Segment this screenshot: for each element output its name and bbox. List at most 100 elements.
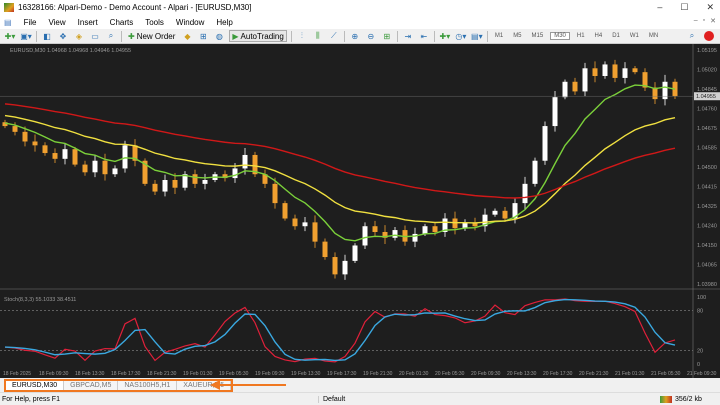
status-profile: Default [318, 395, 345, 403]
auto-scroll-icon[interactable]: ⇥ [402, 30, 414, 42]
time-label: 21 Feb 01:30 [615, 371, 645, 377]
bear-candle [72, 149, 78, 165]
bull-candle [662, 81, 668, 100]
periods-icon[interactable]: ◷▾ [455, 30, 467, 42]
stoch-level-label: 80 [697, 308, 703, 314]
window-title: 16328166: Alpari-Demo - Demo Account - A… [18, 3, 252, 12]
bear-candle [592, 68, 598, 76]
timeframe-m1[interactable]: M1 [492, 33, 506, 39]
tab-gbpcad-m5[interactable]: GBPCAD,M5 [64, 381, 119, 390]
new-order-button[interactable]: ✚ New Order [126, 30, 177, 42]
price-label: 1.04585 [697, 146, 717, 152]
tile-windows-icon[interactable]: ⊞ [381, 30, 393, 42]
timeframe-h4[interactable]: H4 [592, 33, 606, 39]
autotrading-icon: ▶ [232, 31, 239, 41]
menu-file[interactable]: File [24, 18, 37, 27]
separator [343, 30, 345, 42]
line-chart-icon[interactable]: ⟋ [328, 30, 340, 42]
time-label: 18 Feb 21:30 [147, 371, 177, 377]
zoom-out-icon[interactable]: ⊖ [365, 30, 377, 42]
bull-candle [162, 180, 168, 192]
mdi-controls[interactable]: – ▫ ✕ [694, 17, 716, 25]
bull-candle [92, 160, 98, 173]
bull-candle [552, 97, 558, 127]
menu-tools[interactable]: Tools [145, 18, 164, 27]
time-label: 20 Feb 05:30 [435, 371, 465, 377]
tab-eurusd-m30[interactable]: EURUSD,M30 [6, 381, 65, 390]
bear-candle [32, 141, 38, 146]
menu-view[interactable]: View [48, 18, 65, 27]
templates-icon[interactable]: ▤▾ [471, 30, 483, 42]
navigator-icon[interactable]: ✥ [57, 30, 69, 42]
ma-slow-line [4, 103, 676, 199]
bull-candle [522, 183, 528, 204]
bull-candle [622, 68, 628, 78]
bull-candle [122, 145, 128, 169]
bull-candle [492, 210, 498, 215]
status-help: For Help, press F1 [2, 395, 60, 403]
signals-icon[interactable]: ⊞ [197, 30, 209, 42]
bear-candle [192, 174, 198, 184]
bull-candle [392, 230, 398, 238]
time-label: 21 Feb 05:30 [651, 371, 681, 377]
profiles-icon[interactable]: ▣▾ [20, 30, 32, 42]
stoch-signal-line [4, 298, 676, 362]
bear-candle [292, 218, 298, 227]
time-label: 20 Feb 01:30 [399, 371, 429, 377]
time-label: 21 Feb 09:30 [687, 371, 717, 377]
close-button[interactable]: ✕ [706, 2, 714, 13]
autotrading-button[interactable]: ▶ AutoTrading [229, 30, 287, 42]
time-label: 20 Feb 13:30 [507, 371, 537, 377]
bear-candle [82, 164, 88, 173]
bull-candle [562, 81, 568, 98]
market-watch-icon[interactable]: ◧ [41, 30, 53, 42]
timeframe-m15[interactable]: M15 [529, 33, 547, 39]
timeframe-m30[interactable]: M30 [550, 32, 570, 40]
price-chart[interactable]: EURUSD,M30 1.04968 1.04968 1.04946 1.049… [0, 44, 720, 378]
menu-window[interactable]: Window [176, 18, 204, 27]
time-label: 19 Feb 09:30 [255, 371, 285, 377]
bull-candle [342, 260, 348, 275]
chart-header: EURUSD,M30 1.04968 1.04968 1.04946 1.049… [10, 48, 131, 54]
bull-candle [582, 68, 588, 92]
data-window-icon[interactable]: ◈ [73, 30, 85, 42]
strategy-tester-icon[interactable]: ⌕ [105, 30, 117, 42]
bull-candle [532, 160, 538, 184]
zoom-in-icon[interactable]: ⊕ [349, 30, 361, 42]
bull-candle [232, 168, 238, 179]
new-order-icon: ✚ [128, 31, 135, 41]
timeframe-mn[interactable]: MN [646, 33, 661, 39]
metaeditor-icon[interactable]: ◆ [181, 30, 193, 42]
price-label: 1.03980 [697, 282, 717, 288]
menu-bar: ▤ File View Insert Charts Tools Window H… [0, 15, 720, 29]
price-label: 1.04415 [697, 185, 717, 191]
timeframe-w1[interactable]: W1 [627, 33, 642, 39]
time-label: 19 Feb 13:30 [291, 371, 321, 377]
indicators-icon[interactable]: ✚▾ [439, 30, 451, 42]
timeframe-d1[interactable]: D1 [609, 33, 623, 39]
time-label: 19 Feb 17:30 [327, 371, 357, 377]
timeframe-h1[interactable]: H1 [574, 33, 588, 39]
stoch-level-label: 20 [697, 349, 703, 355]
notification-icon[interactable] [704, 31, 714, 41]
chart-window[interactable]: EURUSD,M30 1.04968 1.04968 1.04946 1.049… [0, 44, 720, 378]
market-icon[interactable]: ◍ [213, 30, 225, 42]
new-chart-icon[interactable]: ✚▾ [4, 30, 16, 42]
chart-shift-icon[interactable]: ⇤ [418, 30, 430, 42]
tab-nas100h5-h1[interactable]: NAS100H5,H1 [118, 381, 178, 390]
candlestick-icon[interactable]: ⫼ [312, 30, 324, 42]
stoch-level-label: 100 [697, 295, 706, 301]
time-label: 19 Feb 21:30 [363, 371, 393, 377]
bull-candle [242, 154, 248, 169]
search-icon[interactable]: ⌕ [686, 30, 698, 42]
terminal-icon[interactable]: ▭ [89, 30, 101, 42]
minimize-button[interactable]: – [657, 2, 662, 13]
price-label: 1.04065 [697, 263, 717, 269]
timeframe-m5[interactable]: M5 [510, 33, 524, 39]
maximize-button[interactable]: ☐ [680, 2, 688, 13]
menu-charts[interactable]: Charts [110, 18, 134, 27]
menu-help[interactable]: Help [216, 18, 232, 27]
menu-insert[interactable]: Insert [78, 18, 98, 27]
title-bar: 16328166: Alpari-Demo - Demo Account - A… [0, 0, 720, 15]
bar-chart-icon[interactable]: ⫶ [296, 30, 308, 42]
